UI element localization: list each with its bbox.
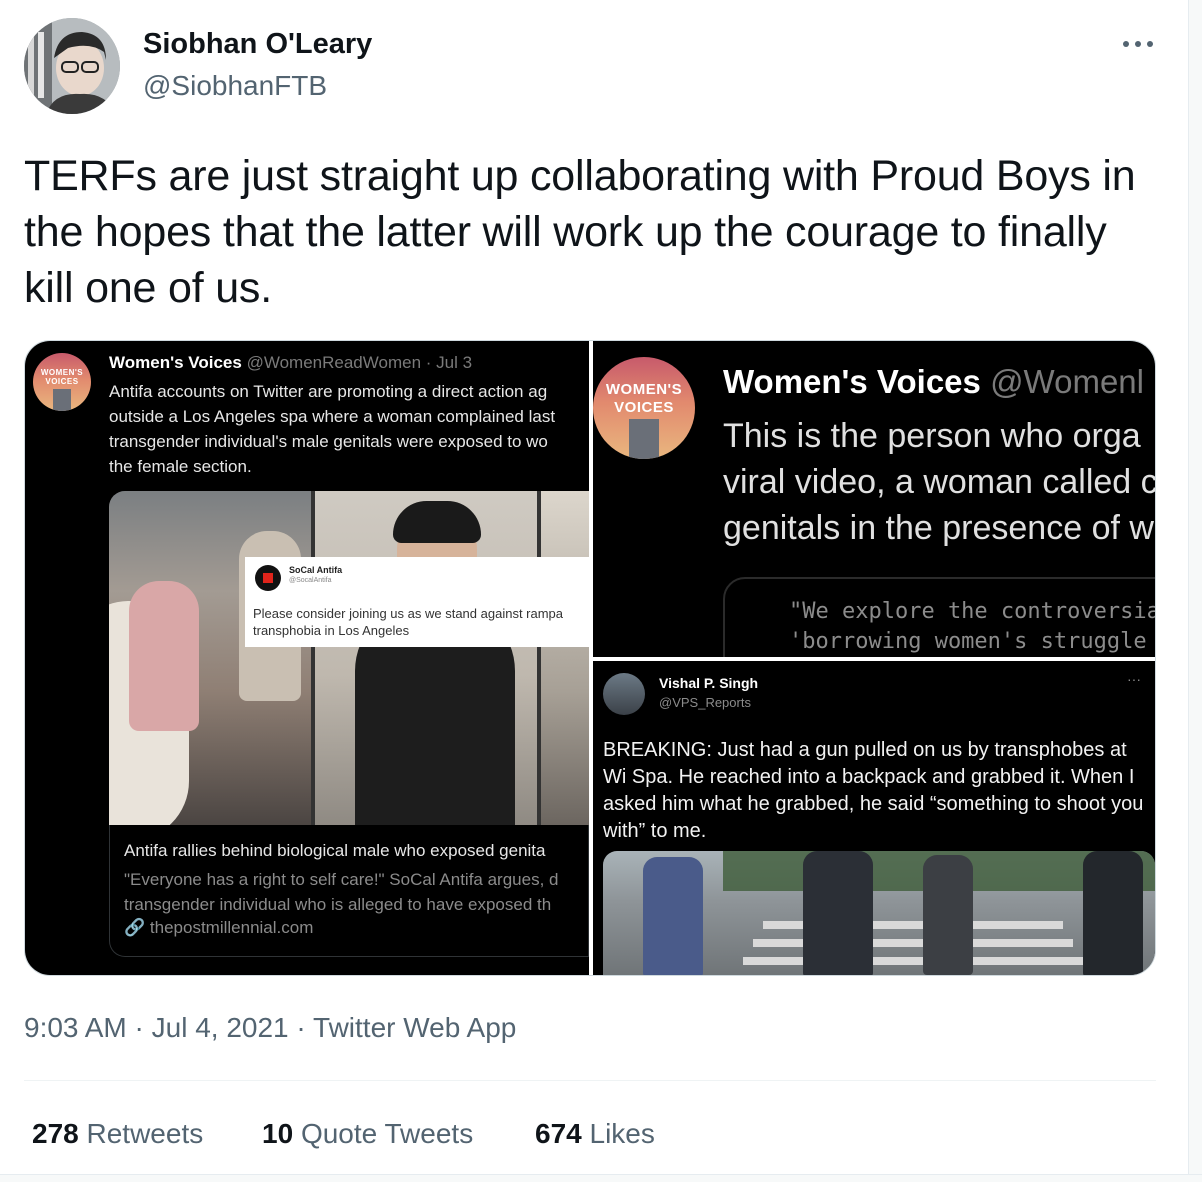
womens-voices-avatar-large: WOMEN'S VOICES: [593, 357, 695, 459]
window-frame-bottom: [0, 1174, 1202, 1182]
embedded-tweet-header: Women's Voices @WomenReadWomen · Jul 3: [109, 353, 472, 373]
link-icon: 🔗: [124, 918, 146, 937]
media-image-2[interactable]: WOMEN'S VOICES Women's Voices @Womenl Th…: [593, 341, 1156, 657]
link-card-description: "Everyone has a right to self care!" SoC…: [124, 870, 559, 914]
vishal-tweet-body: BREAKING: Just had a gun pulled on us by…: [603, 739, 1144, 842]
author-photo: [24, 18, 120, 114]
antifa-flag-icon: [255, 565, 281, 591]
author-handle[interactable]: @SiobhanFTB: [143, 70, 327, 102]
vishal-avatar: [603, 673, 645, 715]
retweets-stat[interactable]: 278 Retweets: [32, 1118, 203, 1150]
embedded-tweet-name: Women's Voices: [109, 353, 242, 372]
author-name[interactable]: Siobhan O'Leary: [143, 28, 372, 61]
zoomed-tweet-body: This is the person who orga viral video,…: [723, 417, 1156, 547]
embedded-quote-tweet: SoCal Antifa @SocalAntifa Please conside…: [245, 557, 589, 647]
embedded-more-icon: ···: [1127, 671, 1141, 687]
link-card-url: 🔗 thepostmillennial.com: [124, 918, 314, 937]
vishal-handle: @VPS_Reports: [659, 695, 751, 710]
inset-text: Please consider joining us as we stand a…: [253, 606, 564, 638]
link-card-title: Antifa rallies behind biological male wh…: [124, 841, 546, 860]
tweet-meta: 9:03 AM · Jul 4, 2021 · Twitter Web App: [24, 1012, 517, 1043]
street-photo: [603, 851, 1155, 975]
inset-name: SoCal Antifa: [289, 565, 343, 575]
window-frame-right: [1188, 0, 1202, 1182]
tweet-time[interactable]: 9:03 AM: [24, 1012, 127, 1043]
media-image-1[interactable]: WOMEN'S VOICES Women's Voices @WomenRead…: [25, 341, 589, 975]
embedded-photo: [109, 491, 589, 825]
quote-tweets-stat[interactable]: 10 Quote Tweets: [262, 1118, 473, 1150]
more-options-icon[interactable]: [1120, 26, 1156, 62]
tweet-media-grid[interactable]: WOMEN'S VOICES Women's Voices @WomenRead…: [24, 340, 1156, 976]
embedded-tweet-body: Antifa accounts on Twitter are promoting…: [109, 382, 556, 476]
embedded-tweet-handle-date: @WomenReadWomen · Jul 3: [246, 353, 473, 372]
tweet-text: TERFs are just straight up collaborating…: [24, 152, 1136, 312]
author-avatar[interactable]: [24, 18, 120, 114]
zoomed-tweet-header: Women's Voices @Womenl: [723, 363, 1144, 400]
womens-voices-avatar: WOMEN'S VOICES: [33, 353, 91, 411]
link-card: Antifa rallies behind biological male wh…: [109, 825, 589, 957]
media-image-3[interactable]: Vishal P. Singh @VPS_Reports ··· BREAKIN…: [593, 661, 1155, 975]
vishal-name: Vishal P. Singh: [659, 675, 759, 691]
likes-stat[interactable]: 674 Likes: [535, 1118, 655, 1150]
tweet-source[interactable]: Twitter Web App: [313, 1012, 516, 1043]
tweet-date[interactable]: Jul 4, 2021: [152, 1012, 289, 1043]
inset-handle: @SocalAntifa: [289, 577, 332, 584]
divider: [24, 1080, 1156, 1081]
zoomed-quote-box: "We explore the controversia 'borrowing …: [723, 577, 1155, 657]
